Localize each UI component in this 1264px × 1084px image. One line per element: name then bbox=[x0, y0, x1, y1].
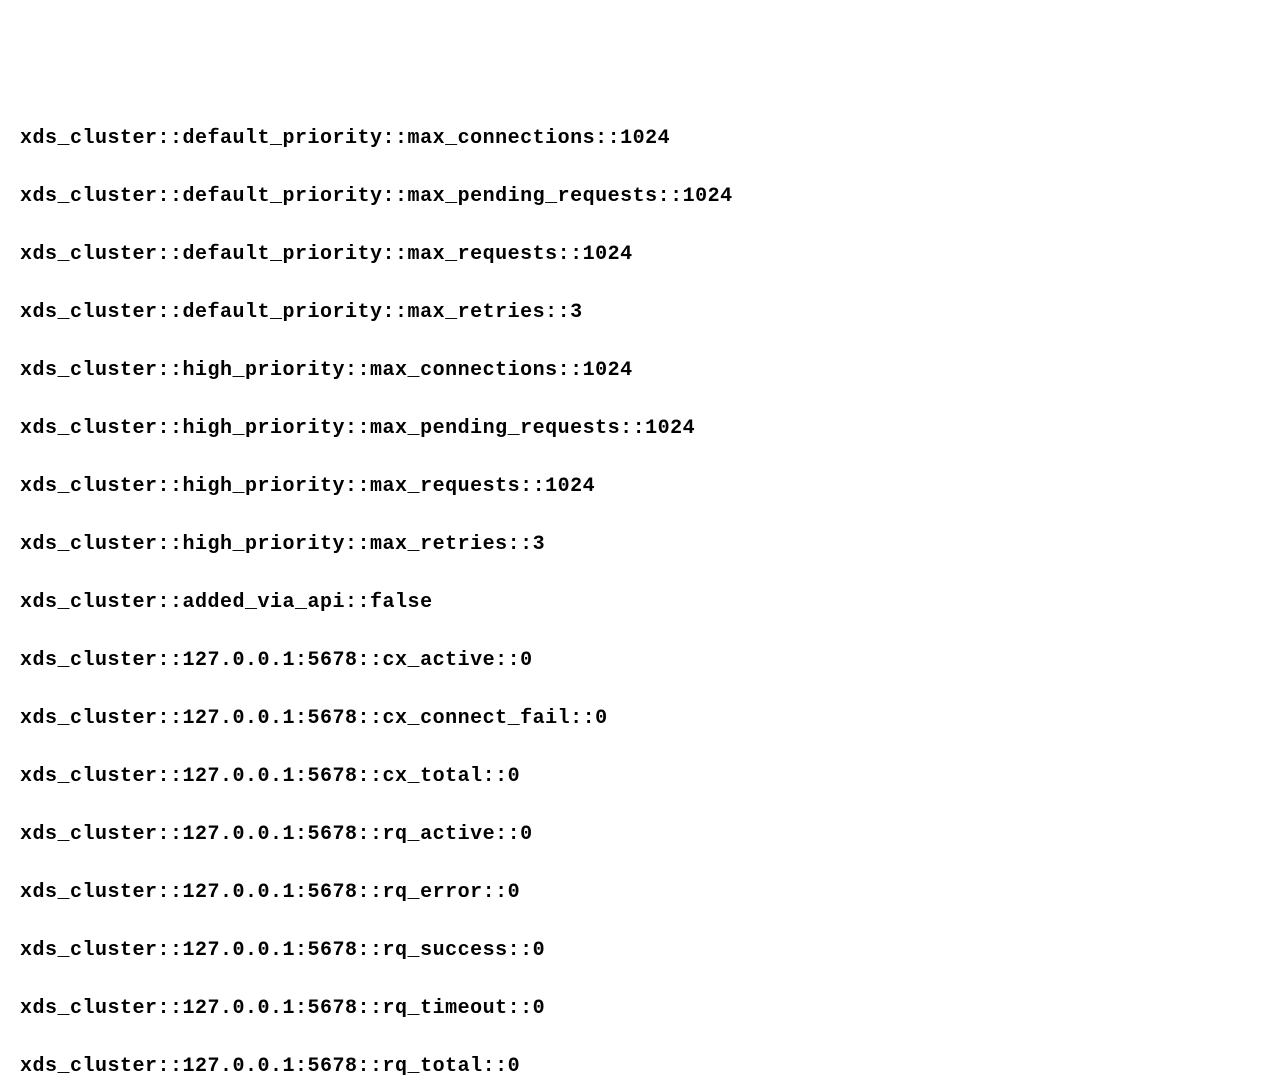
log-line: xds_cluster::127.0.0.1:5678::rq_total::0 bbox=[20, 1052, 1244, 1081]
log-line: xds_cluster::127.0.0.1:5678::cx_connect_… bbox=[20, 704, 1244, 733]
log-line: xds_cluster::127.0.0.1:5678::cx_total::0 bbox=[20, 762, 1244, 791]
log-line: xds_cluster::high_priority::max_connecti… bbox=[20, 356, 1244, 385]
log-line: xds_cluster::127.0.0.1:5678::cx_active::… bbox=[20, 646, 1244, 675]
log-line: xds_cluster::high_priority::max_requests… bbox=[20, 472, 1244, 501]
log-line: xds_cluster::default_priority::max_pendi… bbox=[20, 182, 1244, 211]
log-line: xds_cluster::127.0.0.1:5678::rq_active::… bbox=[20, 820, 1244, 849]
log-line: xds_cluster::default_priority::max_reque… bbox=[20, 240, 1244, 269]
log-line: xds_cluster::127.0.0.1:5678::rq_error::0 bbox=[20, 878, 1244, 907]
log-line: xds_cluster::high_priority::max_retries:… bbox=[20, 530, 1244, 559]
log-line: xds_cluster::127.0.0.1:5678::rq_success:… bbox=[20, 936, 1244, 965]
log-line: xds_cluster::high_priority::max_pending_… bbox=[20, 414, 1244, 443]
log-line: xds_cluster::default_priority::max_retri… bbox=[20, 298, 1244, 327]
log-line: xds_cluster::127.0.0.1:5678::rq_timeout:… bbox=[20, 994, 1244, 1023]
log-line: xds_cluster::added_via_api::false bbox=[20, 588, 1244, 617]
log-line: xds_cluster::default_priority::max_conne… bbox=[20, 124, 1244, 153]
